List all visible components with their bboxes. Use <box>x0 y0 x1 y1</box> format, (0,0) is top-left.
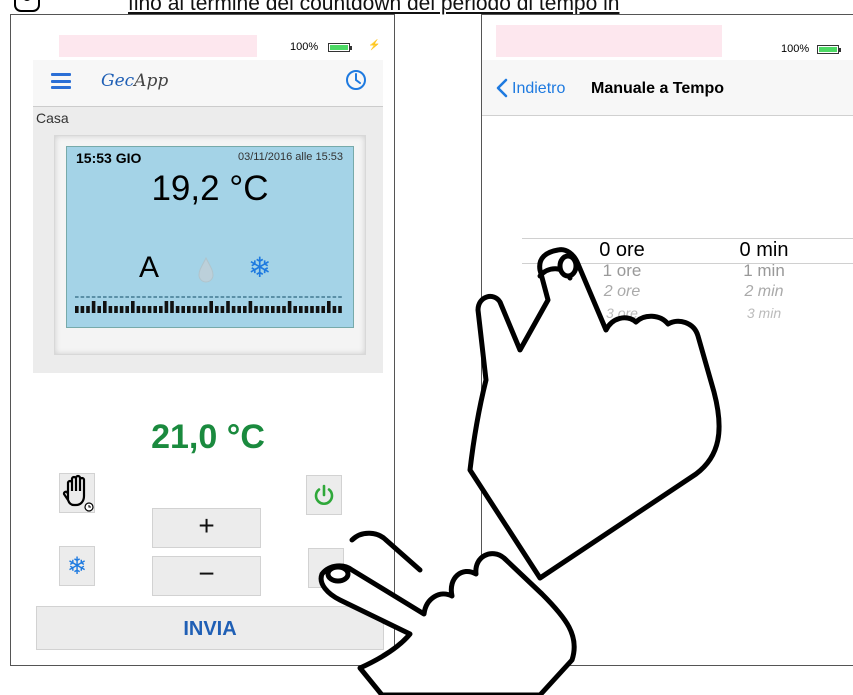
hours-option-selected[interactable]: 0 ore <box>562 239 682 261</box>
thermostat-panel: Casa 15:53 GIO 03/11/2016 alle 15:53 19,… <box>33 107 383 373</box>
setpoint-temperature: 21,0 °C <box>151 418 265 456</box>
room-label: Casa <box>36 110 69 126</box>
battery-percentage: 100% <box>781 43 810 55</box>
status-bar-redacted <box>496 25 722 57</box>
app-logo: GecApp <box>101 71 169 91</box>
hours-option[interactable]: 1 ore <box>562 261 682 283</box>
decrease-button[interactable]: − <box>152 556 261 596</box>
power-icon <box>314 484 334 505</box>
manual-timer-button[interactable] <box>59 473 95 513</box>
mode-indicator: A <box>139 251 160 284</box>
minutes-option[interactable]: 3 min <box>704 305 824 321</box>
send-button[interactable]: INVIA <box>36 606 384 650</box>
back-button[interactable]: Indietro <box>512 80 565 98</box>
menu-icon[interactable] <box>51 73 71 89</box>
thermostat-display: 15:53 GIO 03/11/2016 alle 15:53 19,2 °C … <box>66 146 354 328</box>
display-date: 03/11/2016 alle 15:53 <box>238 151 343 163</box>
minutes-option[interactable]: 2 min <box>704 283 824 305</box>
cooling-mode-button[interactable]: ❄ <box>59 546 95 586</box>
increase-button[interactable]: + <box>152 508 261 548</box>
schedule-clock-icon[interactable] <box>345 69 367 91</box>
current-temperature: 19,2 °C <box>151 169 269 208</box>
minutes-wheel[interactable]: 0 min 1 min 2 min 3 min <box>704 239 824 321</box>
schedule-bar-graph <box>75 296 342 313</box>
cooling-snowflake-icon: ❄ <box>248 252 272 283</box>
device-icon <box>14 0 40 12</box>
right-phone-screen: 100% Indietro Manuale a Tempo 0 ore 1 or… <box>481 14 853 666</box>
page-title: Manuale a Tempo <box>591 80 725 97</box>
chevron-left-icon[interactable] <box>496 78 508 98</box>
power-button[interactable] <box>306 475 342 515</box>
minutes-option-selected[interactable]: 0 min <box>704 239 824 261</box>
thermostat-device: 15:53 GIO 03/11/2016 alle 15:53 19,2 °C … <box>54 135 366 355</box>
hours-option[interactable]: 3 ore <box>562 305 682 321</box>
battery-icon <box>817 45 841 54</box>
heating-mode-button[interactable] <box>308 548 344 588</box>
navigation-bar: Indietro Manuale a Tempo <box>482 60 853 116</box>
hand-timer-icon <box>62 474 94 512</box>
duration-picker[interactable]: 0 ore 1 ore 2 ore 3 ore 0 min 1 min 2 mi… <box>522 223 853 333</box>
battery-percentage: 100% <box>290 41 319 53</box>
charging-icon: ⚡ <box>368 40 381 51</box>
hours-option[interactable]: 2 ore <box>562 283 682 305</box>
snowflake-icon: ❄ <box>66 552 88 580</box>
display-time: 15:53 GIO <box>76 150 142 166</box>
battery-icon <box>328 43 352 52</box>
humidity-drop-icon <box>198 256 214 288</box>
status-bar-redacted <box>59 35 257 57</box>
minutes-option[interactable]: 1 min <box>704 261 824 283</box>
app-header: GecApp <box>33 60 383 107</box>
hours-wheel[interactable]: 0 ore 1 ore 2 ore 3 ore <box>562 239 682 321</box>
